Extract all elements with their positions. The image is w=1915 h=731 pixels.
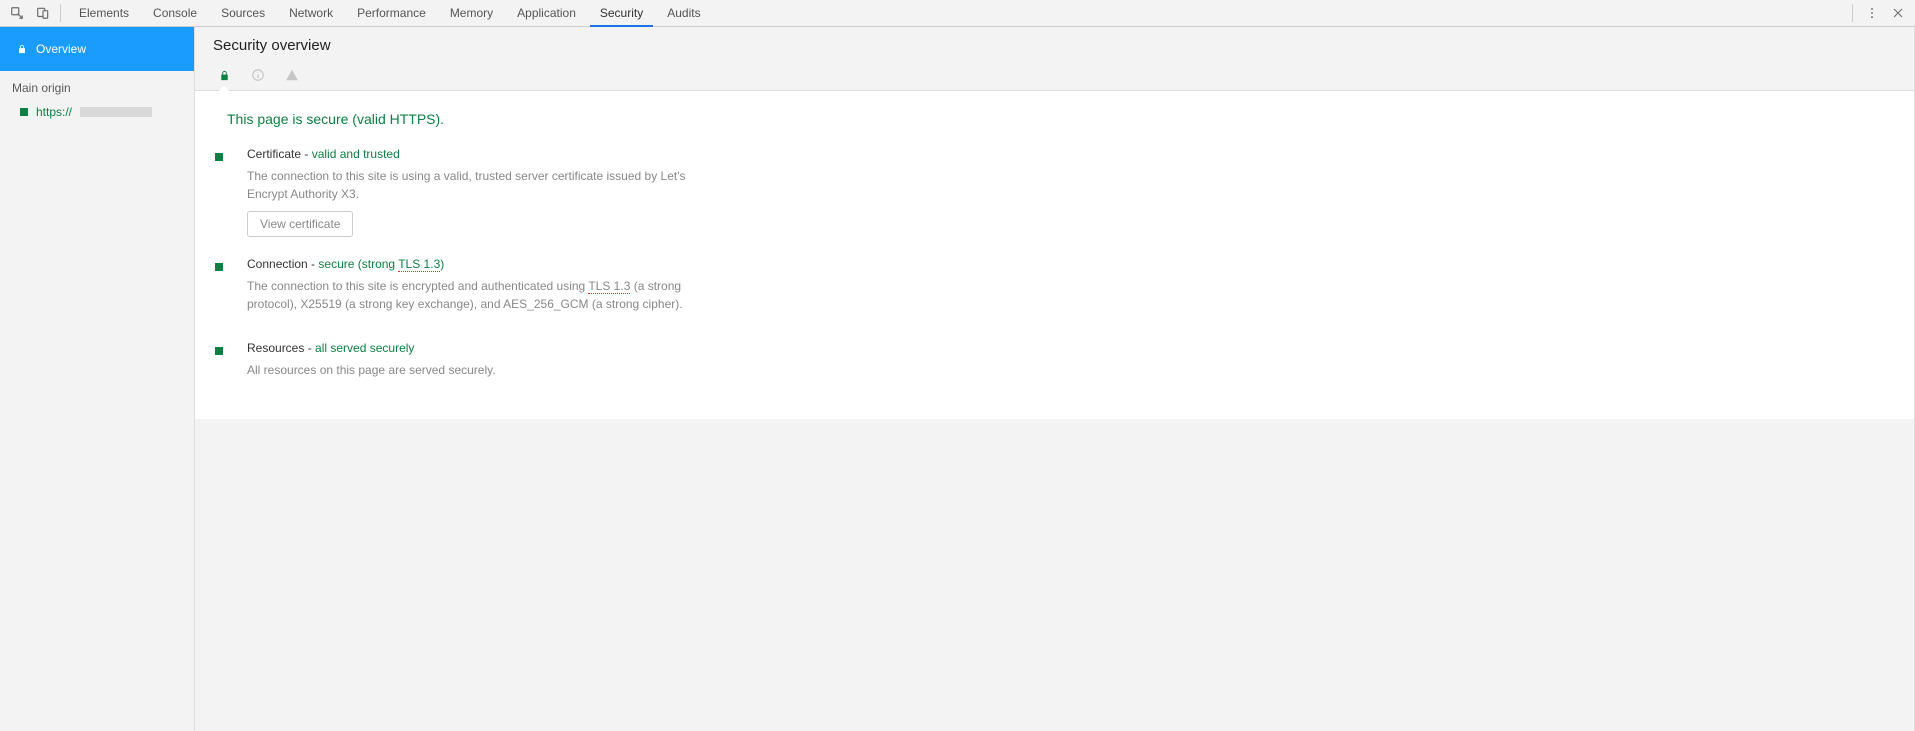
sidebar-overview-label: Overview (36, 42, 86, 56)
origin-url-redacted (80, 107, 152, 117)
warning-icon (285, 68, 299, 82)
tab-console[interactable]: Console (141, 0, 209, 26)
connection-status-b: ) (440, 257, 444, 271)
connection-title: Connection - secure (strong TLS 1.3) (247, 257, 687, 271)
connection-title-pre: Connection (247, 257, 308, 271)
sidebar-origin-item[interactable]: https:// (0, 101, 194, 123)
tab-memory[interactable]: Memory (438, 0, 505, 26)
device-toggle-icon[interactable] (32, 2, 54, 24)
resources-description: All resources on this page are served se… (247, 361, 496, 379)
devtools-tabs: Elements Console Sources Network Perform… (67, 0, 713, 26)
inspect-icon[interactable] (6, 2, 28, 24)
connection-desc-tls: TLS 1.3 (588, 279, 630, 294)
info-icon (251, 68, 265, 82)
sidebar-section-main-origin: Main origin (0, 71, 194, 101)
secure-banner: This page is secure (valid HTTPS). (227, 111, 1894, 127)
view-certificate-button[interactable]: View certificate (247, 211, 353, 237)
security-main: Security overview (195, 27, 1915, 731)
connection-section: Connection - secure (strong TLS 1.3) The… (215, 257, 1894, 321)
more-icon[interactable] (1861, 2, 1883, 24)
toolbar-separator (60, 4, 61, 22)
secure-indicator-icon (215, 263, 223, 271)
security-state-icons (213, 64, 1896, 90)
sidebar-overview[interactable]: Overview (0, 27, 194, 71)
resources-title: Resources - all served securely (247, 341, 496, 355)
toolbar-separator-right (1852, 4, 1853, 22)
dash: - (308, 257, 319, 271)
secure-indicator-icon (215, 347, 223, 355)
origin-url-prefix: https:// (36, 105, 72, 119)
tab-sources[interactable]: Sources (209, 0, 277, 26)
security-sidebar: Overview Main origin https:// (0, 27, 195, 731)
tab-application[interactable]: Application (505, 0, 588, 26)
resources-title-pre: Resources (247, 341, 304, 355)
secure-indicator-icon (215, 153, 223, 161)
lock-icon (16, 43, 28, 55)
security-panel: Overview Main origin https:// Security o… (0, 27, 1915, 731)
connection-description: The connection to this site is encrypted… (247, 277, 687, 313)
security-content: This page is secure (valid HTTPS). Certi… (195, 91, 1914, 419)
tab-performance[interactable]: Performance (345, 0, 438, 26)
tab-network[interactable]: Network (277, 0, 345, 26)
certificate-title: Certificate - valid and trusted (247, 147, 687, 161)
connection-status-a: secure (strong (318, 257, 398, 271)
tab-elements[interactable]: Elements (67, 0, 141, 26)
connection-desc-a: The connection to this site is encrypted… (247, 279, 588, 293)
certificate-status: valid and trusted (312, 147, 400, 161)
certificate-title-pre: Certificate (247, 147, 301, 161)
tab-audits[interactable]: Audits (655, 0, 712, 26)
dash: - (304, 341, 315, 355)
secure-indicator-icon (20, 108, 28, 116)
resources-status: all served securely (315, 341, 414, 355)
empty-area (195, 419, 1914, 731)
security-header: Security overview (195, 27, 1914, 91)
tab-security[interactable]: Security (588, 0, 655, 26)
certificate-description: The connection to this site is using a v… (247, 167, 687, 203)
certificate-section: Certificate - valid and trusted The conn… (215, 147, 1894, 237)
devtools-toolbar: Elements Console Sources Network Perform… (0, 0, 1915, 27)
lock-icon (217, 68, 231, 82)
resources-section: Resources - all served securely All reso… (215, 341, 1894, 387)
page-title: Security overview (213, 37, 1896, 54)
close-icon[interactable] (1887, 2, 1909, 24)
connection-tls-version: TLS 1.3 (398, 257, 440, 272)
dash: - (301, 147, 312, 161)
